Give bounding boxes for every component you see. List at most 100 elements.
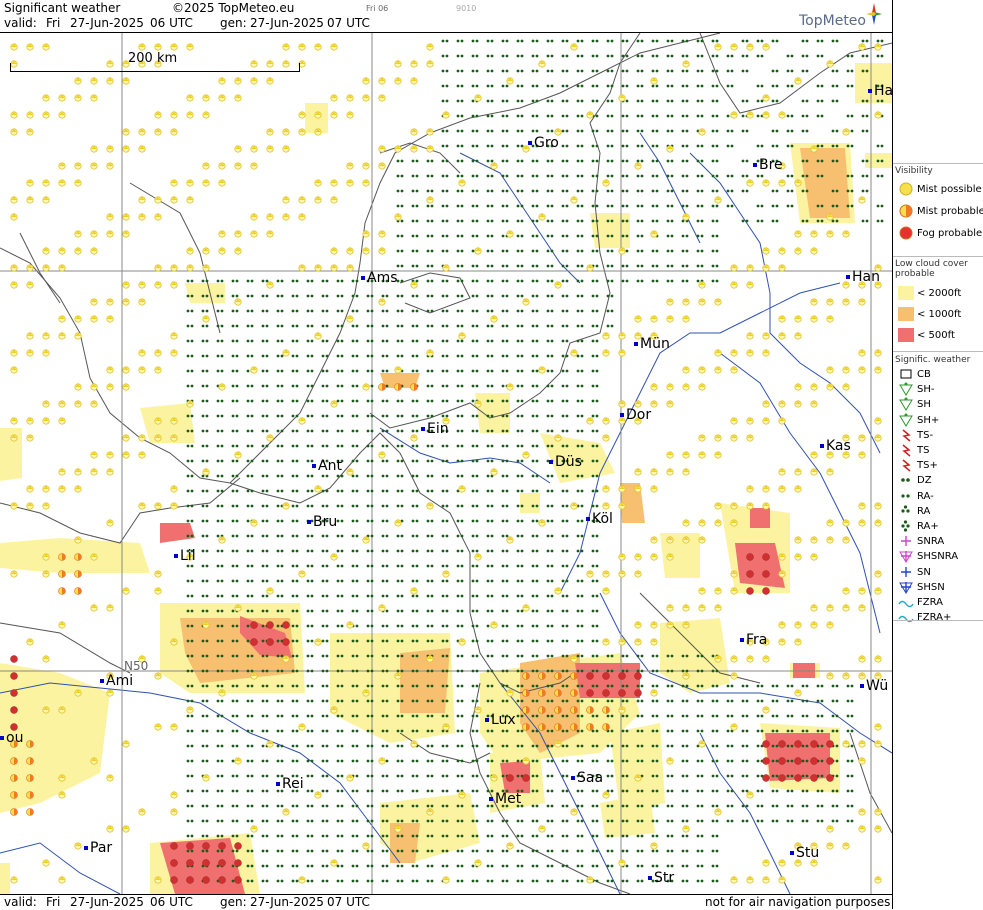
drizzle-marker [352, 355, 359, 358]
mist-marker [811, 758, 818, 765]
drizzle-marker [487, 85, 494, 88]
drizzle-marker [217, 340, 224, 343]
drizzle-marker [457, 880, 464, 883]
drizzle-marker [472, 880, 479, 883]
drizzle-marker [202, 400, 209, 403]
drizzle-marker [187, 520, 194, 523]
drizzle-icon [897, 473, 915, 487]
drizzle-marker [547, 880, 554, 883]
drizzle-marker [502, 445, 509, 448]
drizzle-marker [652, 55, 659, 58]
drizzle-marker [712, 280, 719, 283]
drizzle-marker [847, 685, 854, 688]
drizzle-marker [532, 70, 539, 73]
city-label: Lil [174, 548, 196, 564]
mist-marker [683, 537, 689, 543]
drizzle-marker [277, 835, 284, 838]
drizzle-marker [352, 295, 359, 298]
mist-marker [171, 418, 177, 424]
drizzle-marker [712, 715, 719, 718]
drizzle-marker [262, 370, 269, 373]
mist-marker [651, 316, 657, 322]
drizzle-marker [292, 865, 299, 868]
drizzle-marker [457, 445, 464, 448]
city-name: Düs [555, 454, 582, 470]
drizzle-marker [547, 850, 554, 853]
mist-marker [523, 775, 530, 782]
drizzle-marker [232, 475, 239, 478]
drizzle-marker [217, 430, 224, 433]
drizzle-marker [442, 70, 449, 73]
mist-marker [27, 503, 33, 509]
drizzle-marker [712, 835, 719, 838]
drizzle-marker [442, 535, 449, 538]
drizzle-marker [562, 370, 569, 373]
drizzle-marker [607, 775, 614, 778]
drizzle-marker [577, 55, 584, 58]
drizzle-marker [577, 385, 584, 388]
drizzle-marker [442, 130, 449, 133]
mist-marker [187, 180, 193, 186]
footer-valid-day: Fri [46, 895, 60, 909]
city-marker-icon [307, 520, 311, 524]
drizzle-marker [682, 730, 689, 733]
mist-marker [11, 809, 18, 816]
drizzle-marker [637, 175, 644, 178]
drizzle-marker [352, 370, 359, 373]
mist-marker [443, 571, 449, 577]
drizzle-marker [382, 745, 389, 748]
boundary-line [0, 623, 130, 673]
city-marker-icon [276, 782, 280, 786]
mist-marker [219, 537, 225, 543]
drizzle-marker [337, 760, 344, 763]
mist-marker [123, 299, 129, 305]
mist-marker [235, 860, 242, 867]
mist-marker [187, 707, 193, 713]
drizzle-marker [472, 385, 479, 388]
drizzle-marker [442, 385, 449, 388]
mist-marker [139, 809, 145, 815]
legend-label: TS [917, 445, 929, 456]
drizzle-marker [202, 580, 209, 583]
mist-marker [843, 741, 849, 747]
drizzle-marker [217, 775, 224, 778]
drizzle-marker [592, 295, 599, 298]
mist-marker [763, 333, 769, 339]
drizzle-marker [487, 40, 494, 43]
drizzle-marker [517, 610, 524, 613]
drizzle-marker [247, 535, 254, 538]
mist-marker [75, 588, 82, 595]
drizzle-marker [472, 655, 479, 658]
drizzle-marker [232, 490, 239, 493]
drizzle-marker [652, 205, 659, 208]
legend-label: SN [917, 567, 931, 578]
mist-marker [155, 265, 161, 271]
drizzle-marker [322, 850, 329, 853]
drizzle-marker [637, 235, 644, 238]
mist-marker [747, 503, 753, 509]
weather-map[interactable]: 200 km N50 GroAmsBreHanMünDorEinAntDüsKa… [0, 33, 892, 894]
drizzle-marker [337, 385, 344, 388]
mist-marker [747, 554, 754, 561]
drizzle-marker [742, 190, 749, 193]
mist-marker [331, 707, 337, 713]
mist-marker [11, 367, 17, 373]
gen-time: 07 UTC [327, 16, 370, 30]
drizzle-marker [307, 400, 314, 403]
drizzle-marker [247, 820, 254, 823]
drizzle-marker [322, 355, 329, 358]
mist-marker [299, 418, 305, 424]
drizzle-marker [712, 850, 719, 853]
drizzle-marker [607, 100, 614, 103]
mist-marker [651, 231, 657, 237]
mist-marker [571, 503, 577, 509]
legend-row: FZRA+ [897, 610, 951, 624]
drizzle-marker [637, 130, 644, 133]
drizzle-marker [547, 400, 554, 403]
mist-marker [283, 129, 289, 135]
drizzle-marker [667, 100, 674, 103]
drizzle-marker [457, 55, 464, 58]
drizzle-marker [562, 790, 569, 793]
drizzle-marker [652, 145, 659, 148]
mist-marker [715, 435, 721, 441]
